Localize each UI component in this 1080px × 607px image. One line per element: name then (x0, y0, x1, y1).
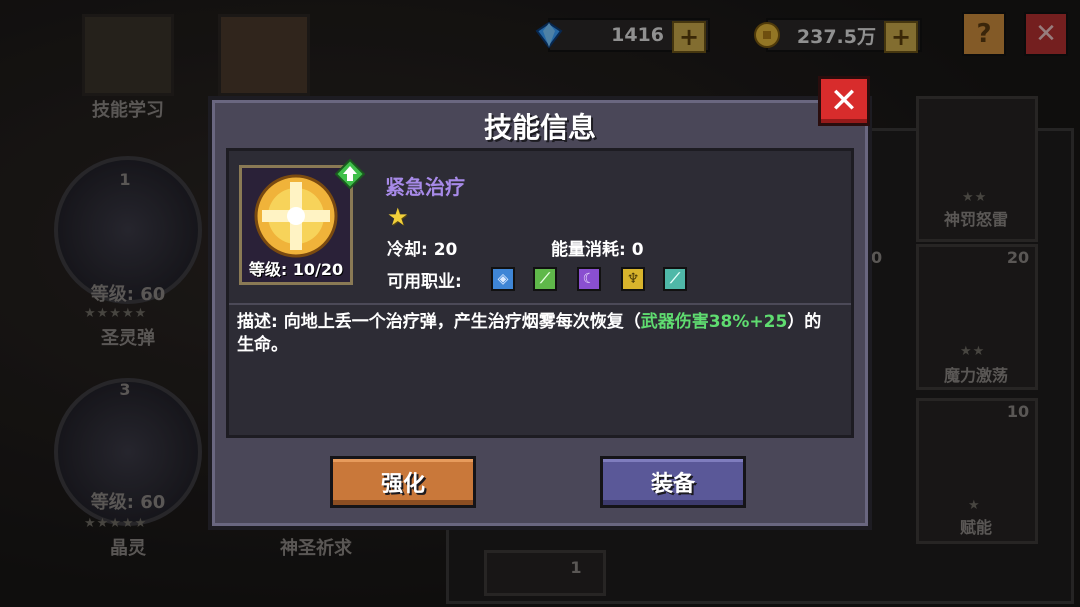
skill-info-dialog: 技能信息 等级: 10/20 紧急治疗 ★ 冷却: 20 能量消耗: 0 可用职… (208, 96, 872, 530)
skill-name: 紧急治疗 (385, 175, 465, 199)
class-staff-icon: ☾ (577, 267, 601, 291)
close-dialog-button[interactable]: ✕ (818, 76, 870, 126)
class-shield-icon: ◈ (491, 267, 515, 291)
cooldown-stat: 冷却: 20 (387, 240, 458, 260)
usable-classes-label: 可用职业: (387, 272, 462, 292)
class-blade-icon: ⟋ (663, 267, 687, 291)
description-text: 描述: 向地上丢一个治疗弹，产生治疗烟雾每次恢复（ (237, 312, 641, 332)
upgrade-badge-icon (335, 159, 365, 189)
holy-cross-icon (254, 174, 338, 258)
skill-level: 等级: 10/20 (248, 260, 344, 279)
enhance-button[interactable]: 强化 (330, 456, 476, 508)
skill-details-panel: 等级: 10/20 紧急治疗 ★ 冷却: 20 能量消耗: 0 可用职业: ◈ … (226, 148, 854, 438)
description-highlight: 武器伤害38%+25 (640, 312, 788, 332)
divider (229, 303, 851, 305)
class-bow-icon: ⟋ (533, 267, 557, 291)
dialog-title: 技能信息 (483, 111, 596, 144)
class-trident-icon: ♆ (621, 267, 645, 291)
skill-description: 描述: 向地上丢一个治疗弹，产生治疗烟雾每次恢复（武器伤害38%+25）的生命。 (237, 311, 837, 357)
energy-cost-stat: 能量消耗: 0 (551, 240, 644, 260)
equip-button[interactable]: 装备 (600, 456, 746, 508)
star-icon: ★ (387, 203, 409, 231)
